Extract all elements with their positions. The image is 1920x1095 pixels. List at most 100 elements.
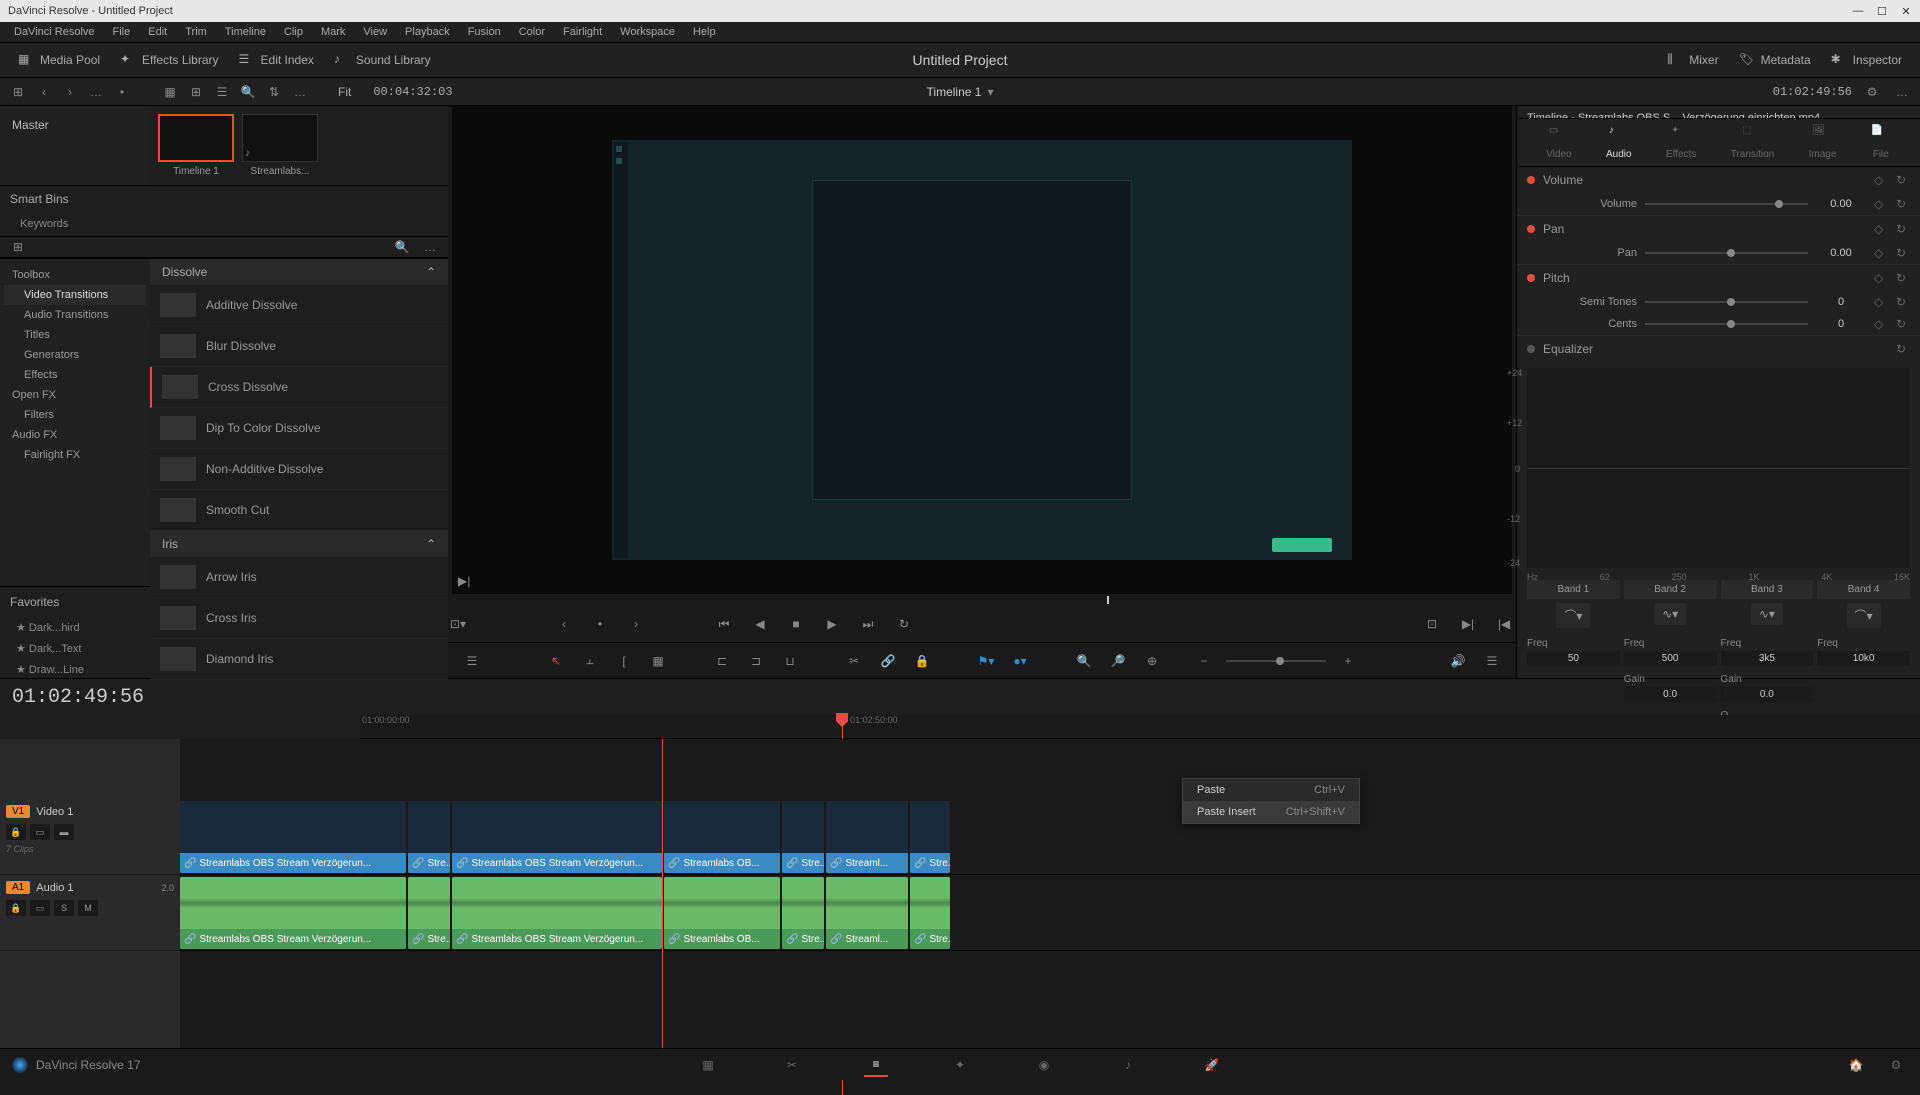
next-frame-icon[interactable]: ▶| bbox=[458, 574, 470, 588]
menu-playback[interactable]: Playback bbox=[397, 24, 458, 40]
video-track-header[interactable]: V1Video 1 🔒▭▬ 7 Clips bbox=[0, 799, 180, 875]
keyframe-icon[interactable]: ◇ bbox=[1874, 295, 1888, 309]
replace-clip-btn[interactable]: ⊔ bbox=[778, 649, 802, 673]
dot-btn[interactable]: • bbox=[112, 82, 132, 102]
arrow-tool[interactable]: ↖ bbox=[544, 649, 568, 673]
band1-curve[interactable]: ⌒▾ bbox=[1556, 603, 1590, 628]
pan-section[interactable]: Pan◇↻ bbox=[1517, 216, 1920, 242]
tab-audio[interactable]: ♪Audio bbox=[1606, 125, 1632, 160]
ctx-paste-insert[interactable]: Paste InsertCtrl+Shift+V bbox=[1183, 801, 1359, 823]
last-frame-btn[interactable]: ⏭ bbox=[856, 612, 880, 636]
tab-transition[interactable]: ⬚Transition bbox=[1731, 125, 1775, 160]
volume-value[interactable]: 0.00 bbox=[1816, 198, 1866, 210]
effect-cross-dissolve[interactable]: Cross Dissolve bbox=[150, 367, 448, 408]
audio-toggle-btn[interactable]: 🔊 bbox=[1446, 649, 1470, 673]
pan-slider[interactable] bbox=[1645, 252, 1808, 254]
menu-fairlight[interactable]: Fairlight bbox=[555, 24, 610, 40]
video-clip[interactable]: 🔗Streamlabs OBS Stream Verzögerun... bbox=[180, 801, 406, 873]
menu-edit[interactable]: Edit bbox=[140, 24, 175, 40]
ctx-paste[interactable]: PasteCtrl+V bbox=[1183, 779, 1359, 801]
volume-slider[interactable] bbox=[1645, 203, 1808, 205]
effect-cross-iris[interactable]: Cross Iris bbox=[150, 598, 448, 639]
band4-curve[interactable]: ⌒▾ bbox=[1847, 603, 1881, 628]
band2-curve[interactable]: ∿▾ bbox=[1654, 603, 1686, 625]
tree-titles[interactable]: Titles bbox=[4, 325, 146, 345]
menu-fusion[interactable]: Fusion bbox=[460, 24, 509, 40]
keyframe-icon[interactable]: ◇ bbox=[1874, 246, 1888, 260]
video-clip[interactable]: 🔗Streaml... bbox=[826, 801, 908, 873]
minimize-button[interactable]: — bbox=[1852, 5, 1864, 17]
tree-generators[interactable]: Generators bbox=[4, 345, 146, 365]
meter-btn[interactable]: ☰ bbox=[1480, 649, 1504, 673]
fav-item[interactable]: ★ Draw...Line bbox=[0, 659, 150, 680]
page-cut[interactable]: ✂ bbox=[780, 1053, 804, 1077]
semi-value[interactable]: 0 bbox=[1816, 296, 1866, 308]
reset-icon[interactable]: ↻ bbox=[1896, 197, 1910, 211]
volume-section[interactable]: Volume◇↻ bbox=[1517, 167, 1920, 193]
zoom-in-btn[interactable]: + bbox=[1336, 649, 1360, 673]
zoom-out-btn[interactable]: − bbox=[1192, 649, 1216, 673]
tab-image[interactable]: 🖼Image bbox=[1809, 125, 1837, 160]
mute-btn[interactable]: ▬ bbox=[54, 824, 74, 840]
more3-btn[interactable]: … bbox=[1892, 82, 1912, 102]
more2-btn[interactable]: … bbox=[290, 82, 310, 102]
audio-clip[interactable]: 🔗Streamlabs OBS Stream Verzögerun... bbox=[452, 877, 662, 949]
metadata-button[interactable]: 🏷Metadata bbox=[1729, 48, 1821, 72]
timeline-ruler[interactable]: 01:00:00:00 01:02:50:00 bbox=[360, 715, 1920, 739]
eq-section[interactable]: Equalizer↻ bbox=[1517, 336, 1920, 362]
band2-btn[interactable]: Band 2 bbox=[1624, 580, 1717, 599]
home-btn[interactable]: 🏠 bbox=[1844, 1053, 1868, 1077]
page-fairlight[interactable]: ♪ bbox=[1116, 1053, 1140, 1077]
page-fusion[interactable]: ✦ bbox=[948, 1053, 972, 1077]
menu-timeline[interactable]: Timeline bbox=[217, 24, 274, 40]
master-bin[interactable]: Master bbox=[8, 114, 142, 136]
tree-effects[interactable]: Effects bbox=[4, 365, 146, 385]
keyframe-icon[interactable]: ◇ bbox=[1874, 222, 1888, 236]
zoom-detail-btn[interactable]: 🔎 bbox=[1106, 649, 1130, 673]
eq-graph[interactable]: +24 +12 0 -12 -24 Hz 62 250 1K 4K 16K bbox=[1527, 368, 1910, 568]
zoom-custom-btn[interactable]: ⊕ bbox=[1140, 649, 1164, 673]
band1-btn[interactable]: Band 1 bbox=[1527, 580, 1620, 599]
video-clip[interactable]: 🔗Stre... bbox=[910, 801, 950, 873]
cents-value[interactable]: 0 bbox=[1816, 318, 1866, 330]
link-btn[interactable]: 🔗 bbox=[876, 649, 900, 673]
smart-bin-keywords[interactable]: Keywords bbox=[0, 212, 448, 236]
disable-btn[interactable]: ▭ bbox=[30, 824, 50, 840]
layout-btn[interactable]: ⊞ bbox=[8, 82, 28, 102]
lock-btn[interactable]: 🔒 bbox=[6, 824, 26, 840]
menu-trim[interactable]: Trim bbox=[177, 24, 215, 40]
effect-blur-dissolve[interactable]: Blur Dissolve bbox=[150, 326, 448, 367]
search-icon[interactable]: 🔍 bbox=[238, 82, 258, 102]
reset-icon[interactable]: ↻ bbox=[1896, 342, 1910, 356]
viewer-display[interactable]: ▶| bbox=[452, 106, 1512, 594]
panel-search-icon[interactable]: 🔍 bbox=[392, 237, 412, 257]
fav-item[interactable]: ★ Dark...hird bbox=[0, 617, 150, 638]
page-color[interactable]: ◉ bbox=[1032, 1053, 1056, 1077]
first-frame-btn[interactable]: ⏮ bbox=[712, 612, 736, 636]
keyframe-icon[interactable]: ◇ bbox=[1874, 271, 1888, 285]
menu-clip[interactable]: Clip bbox=[276, 24, 311, 40]
reset-icon[interactable]: ↻ bbox=[1896, 295, 1910, 309]
marker-btn[interactable]: ●▾ bbox=[1008, 649, 1032, 673]
tree-openfx[interactable]: Open FX bbox=[4, 385, 146, 405]
cents-slider[interactable] bbox=[1645, 323, 1808, 325]
sound-library-button[interactable]: ♪Sound Library bbox=[324, 48, 441, 72]
audio-track-header[interactable]: A1Audio 12.0 🔒▭SM bbox=[0, 875, 180, 951]
nav-next[interactable]: › bbox=[60, 82, 80, 102]
stop-btn[interactable]: ■ bbox=[784, 612, 808, 636]
viewer-options[interactable]: ⊡▾ bbox=[448, 614, 468, 634]
audio-clip[interactable]: 🔗Stre... bbox=[782, 877, 824, 949]
v1-badge[interactable]: V1 bbox=[6, 805, 30, 818]
media-item-timeline[interactable]: Timeline 1 bbox=[158, 114, 234, 177]
flag-btn[interactable]: ⚑▾ bbox=[974, 649, 998, 673]
settings-btn[interactable]: ⚙ bbox=[1884, 1053, 1908, 1077]
tree-audiofx[interactable]: Audio FX bbox=[4, 425, 146, 445]
keyframe-icon[interactable]: ◇ bbox=[1874, 197, 1888, 211]
tree-video-transitions[interactable]: Video Transitions bbox=[4, 285, 146, 305]
audio-clip[interactable]: 🔗Streamlabs OB... bbox=[664, 877, 780, 949]
menu-app[interactable]: DaVinci Resolve bbox=[6, 24, 103, 40]
freq-val-4[interactable]: 10k0 bbox=[1817, 651, 1910, 666]
video-clip[interactable]: 🔗Streamlabs OBS Stream Verzögerun... bbox=[452, 801, 662, 873]
maximize-button[interactable]: ☐ bbox=[1876, 5, 1888, 17]
keyframe-icon[interactable]: ◇ bbox=[1874, 317, 1888, 331]
